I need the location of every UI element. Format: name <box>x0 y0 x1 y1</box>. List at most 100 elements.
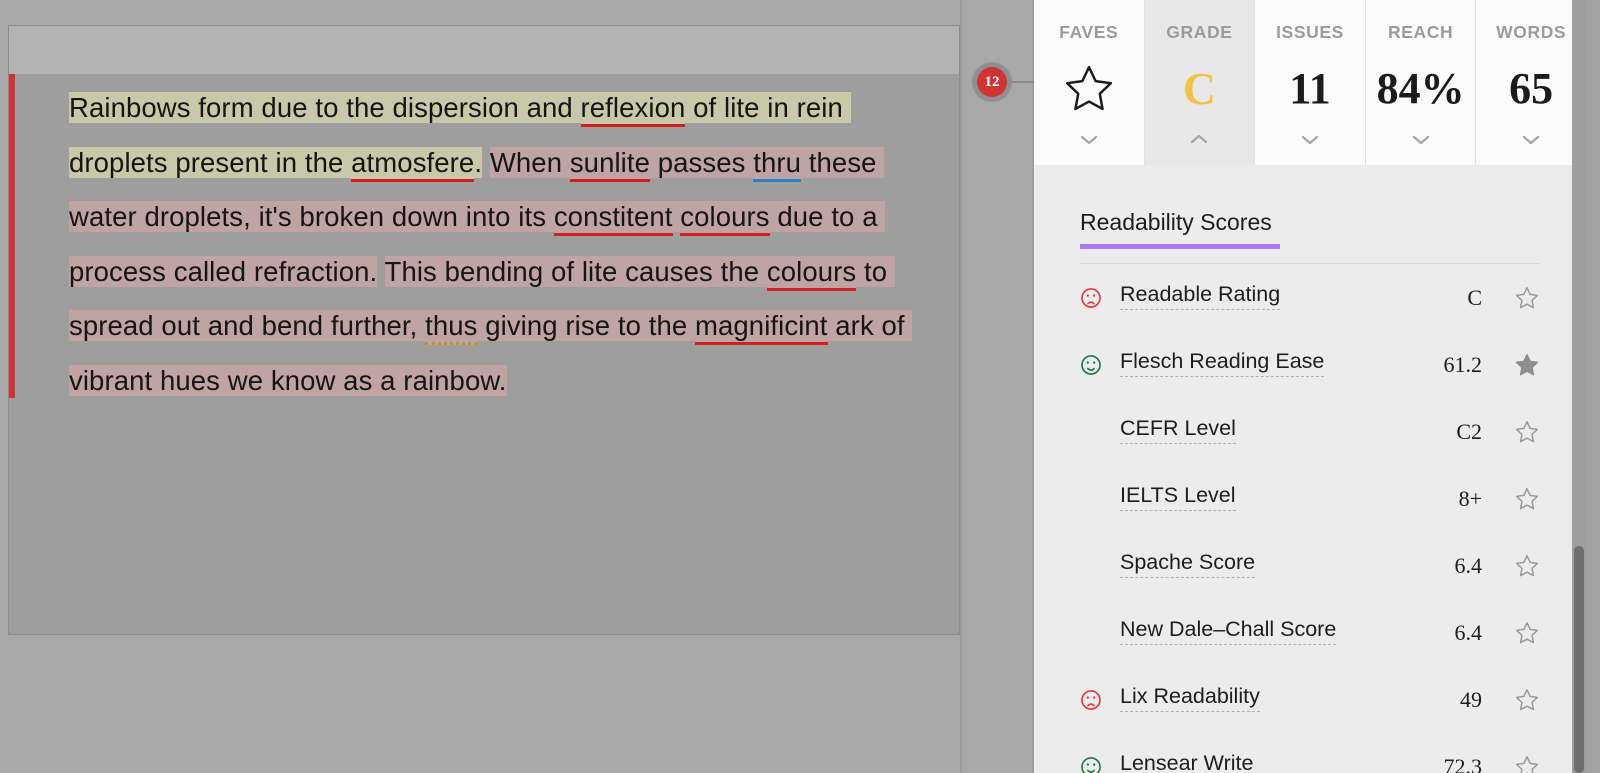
sad-face-icon <box>1080 689 1120 711</box>
section-header: Readability Scores <box>1080 165 1540 249</box>
tab-value: C <box>1182 62 1216 114</box>
tab-label: WORDS <box>1496 22 1567 42</box>
text-segment <box>482 147 490 178</box>
score-row: New Dale–Chall Score 6.4 <box>1080 599 1540 666</box>
paragraph-issue-bar <box>9 74 15 398</box>
tab-label: ISSUES <box>1276 22 1344 42</box>
score-label-text: Readable Rating <box>1120 282 1281 310</box>
text-segment: Rainbows form due to the dispersion and <box>69 92 581 123</box>
document-editor[interactable]: Rainbows form due to the dispersion and … <box>8 25 960 635</box>
editor-canvas: Rainbows form due to the dispersion and … <box>0 0 1034 773</box>
flagged-word[interactable]: sunlite <box>569 146 651 182</box>
star-outline-icon[interactable] <box>1484 285 1540 311</box>
text-segment: This bending of lite causes the <box>384 255 767 287</box>
score-label[interactable]: New Dale–Chall Score <box>1120 617 1392 648</box>
tab-label: REACH <box>1387 22 1454 42</box>
star-outline-icon[interactable] <box>1484 687 1540 713</box>
comment-count-badge[interactable]: 12 <box>972 62 1012 102</box>
chevron-down-icon[interactable] <box>1410 132 1432 147</box>
flagged-word[interactable]: magnificint <box>695 310 828 345</box>
tab-value: 11 <box>1289 63 1331 113</box>
flagged-word[interactable]: atmosfere <box>351 146 475 182</box>
text-segment: passes <box>650 146 754 178</box>
star-outline-icon[interactable] <box>1484 620 1540 646</box>
score-row: IELTS Level 8+ <box>1080 465 1540 532</box>
app-root: Rainbows form due to the dispersion and … <box>0 0 1600 773</box>
star-outline-icon[interactable] <box>1484 754 1540 773</box>
score-label-text: Lix Readability <box>1120 684 1260 712</box>
tab-label: GRADE <box>1166 22 1233 42</box>
score-label[interactable]: Readable Rating <box>1120 282 1392 313</box>
star-outline-icon <box>1062 45 1116 132</box>
sad-face-icon <box>1080 287 1120 309</box>
score-row: CEFR Level C2 <box>1080 398 1540 465</box>
text-segment: When <box>489 146 570 178</box>
score-row: Flesch Reading Ease 61.2 <box>1080 331 1540 398</box>
star-outline-icon[interactable] <box>1484 486 1540 512</box>
section-title-underline <box>1080 244 1280 249</box>
tab-value: 84% <box>1376 63 1465 113</box>
star-filled-icon[interactable] <box>1484 352 1540 378</box>
chevron-up-icon[interactable] <box>1188 132 1210 147</box>
panel-tab-bar: FAVES GRADE C ISSUES 11 REACH 84% WORDS 65 <box>1034 0 1586 165</box>
happy-face-icon <box>1080 756 1120 773</box>
tab-faves[interactable]: FAVES <box>1034 0 1145 165</box>
panel-body: Readability Scores Readable Rating C Flesc… <box>1034 165 1586 773</box>
readability-score-list: Readable Rating C Flesch Reading Ease 61.2 C… <box>1080 264 1540 773</box>
score-label[interactable]: Flesch Reading Ease <box>1120 349 1392 380</box>
flagged-word[interactable]: reflexion <box>580 92 686 127</box>
score-label[interactable]: Spache Score <box>1120 550 1392 581</box>
score-value: C <box>1467 284 1482 310</box>
score-label[interactable]: IELTS Level <box>1120 483 1392 514</box>
comment-connector-line <box>1010 81 1034 83</box>
score-row: Spache Score 6.4 <box>1080 532 1540 599</box>
score-value: C2 <box>1456 418 1482 444</box>
panel-scrollbar[interactable] <box>1572 0 1586 773</box>
flagged-word[interactable]: thru <box>753 146 802 182</box>
score-label-text: Lensear Write <box>1120 751 1253 773</box>
flagged-word[interactable]: colours <box>766 255 857 291</box>
score-label-text: Spache Score <box>1120 550 1256 578</box>
window-right-edge <box>1586 0 1600 773</box>
flagged-word[interactable]: constitent <box>553 201 673 236</box>
star-outline-icon[interactable] <box>1484 553 1540 579</box>
star-outline-icon[interactable] <box>1484 419 1540 445</box>
chevron-down-icon[interactable] <box>1520 132 1542 147</box>
score-value: 6.4 <box>1454 619 1483 645</box>
page-title: Readability Scores <box>1080 209 1272 235</box>
text-segment <box>377 256 384 287</box>
score-label[interactable]: CEFR Level <box>1120 416 1392 447</box>
chevron-down-icon[interactable] <box>1078 132 1100 147</box>
happy-face-icon <box>1080 354 1120 376</box>
score-label-text: CEFR Level <box>1120 416 1236 444</box>
score-value: 72.3 <box>1443 753 1483 773</box>
chevron-down-icon[interactable] <box>1299 132 1321 147</box>
document-text[interactable]: Rainbows form due to the dispersion and … <box>69 81 945 408</box>
tab-value: 65 <box>1509 63 1554 113</box>
score-value: 6.4 <box>1454 552 1483 578</box>
score-label-text: New Dale–Chall Score <box>1120 617 1337 645</box>
score-row: Lensear Write 72.3 <box>1080 733 1540 773</box>
editor-right-divider <box>960 0 962 773</box>
score-label[interactable]: Lensear Write <box>1120 751 1392 773</box>
flagged-word[interactable]: colours <box>680 201 770 236</box>
score-value: 49 <box>1460 686 1482 712</box>
score-label-text: IELTS Level <box>1120 483 1236 511</box>
score-value: 61.2 <box>1443 351 1483 377</box>
score-value: 8+ <box>1458 485 1482 511</box>
panel-scrollbar-thumb[interactable] <box>1574 546 1584 773</box>
comment-count-label: 12 <box>977 67 1007 97</box>
score-label[interactable]: Lix Readability <box>1120 684 1392 715</box>
tab-label: FAVES <box>1059 22 1119 42</box>
flagged-word[interactable]: thus <box>425 310 478 345</box>
score-row: Readable Rating C <box>1080 264 1540 331</box>
score-label-text: Flesch Reading Ease <box>1120 349 1325 377</box>
tab-issues[interactable]: ISSUES 11 <box>1255 0 1366 165</box>
tab-grade[interactable]: GRADE C <box>1144 0 1256 165</box>
tab-words[interactable]: WORDS 65 <box>1476 0 1586 165</box>
score-row: Lix Readability 49 <box>1080 666 1540 733</box>
editor-toolbar <box>9 26 959 74</box>
tab-reach[interactable]: REACH 84% <box>1365 0 1477 165</box>
text-segment: giving rise to the <box>477 310 695 341</box>
text-segment: . <box>474 146 483 178</box>
